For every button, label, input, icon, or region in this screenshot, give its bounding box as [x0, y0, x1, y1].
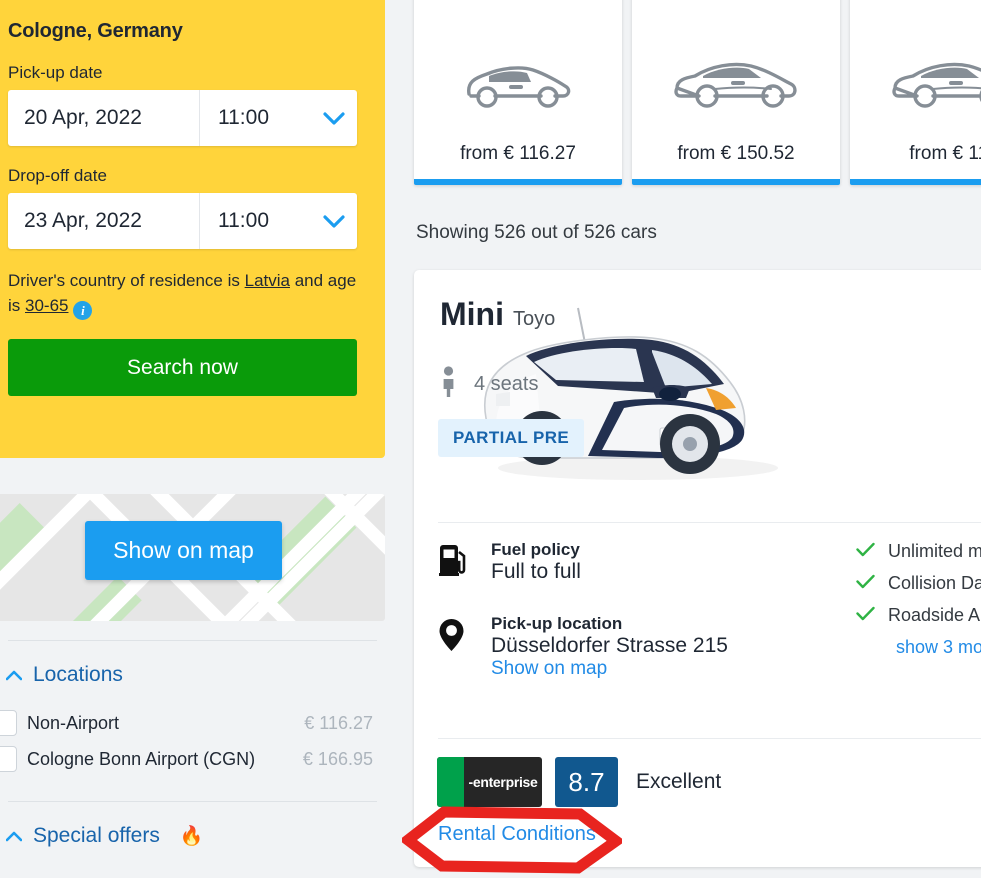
enterprise-logo: -enterprise — [437, 757, 542, 807]
checkbox[interactable] — [0, 710, 17, 736]
status-badge: PARTIAL PRE — [438, 419, 585, 457]
included-feature-label: Collision Da — [888, 573, 981, 593]
pickup-location-text: Pick-up location Düsseldorfer Strasse 21… — [491, 614, 728, 680]
filter-group-locations[interactable]: Locations — [0, 641, 385, 705]
pickup-date-field[interactable]: 20 Apr, 2022 11:00 — [8, 90, 357, 146]
car-type-card[interactable]: from € 150.52 — [632, 0, 840, 185]
car-type-price: from € 117 — [909, 143, 981, 164]
filter-sidebar: Locations Non-Airport € 116.27 Cologne B… — [0, 640, 385, 866]
list-item: Roadside A — [856, 605, 981, 626]
filter-item-label: Non-Airport — [27, 712, 120, 733]
check-icon — [856, 542, 875, 562]
filter-item-price: € 166.95 — [302, 748, 373, 769]
dropoff-date-value[interactable]: 23 Apr, 2022 — [8, 193, 200, 249]
driver-note-pre: Driver's country of residence is — [8, 271, 245, 290]
driver-residence-note: Driver's country of residence is Latvia … — [8, 268, 357, 320]
chevron-up-icon[interactable] — [5, 829, 23, 843]
check-icon — [856, 574, 875, 594]
pickup-location-block: Pick-up location Düsseldorfer Strasse 21… — [438, 614, 728, 680]
dropoff-date-label: Drop-off date — [8, 166, 107, 185]
car-model-name: Toyo — [512, 308, 556, 330]
driver-country-link[interactable]: Latvia — [245, 271, 290, 290]
rental-conditions-link[interactable]: Rental Conditions — [438, 823, 596, 846]
pickup-date-label: Pick-up date — [8, 63, 103, 82]
car-type-price: from € 116.27 — [460, 143, 576, 164]
show-on-map-button[interactable]: Show on map — [85, 521, 282, 580]
list-item: Collision Da — [856, 573, 981, 594]
info-icon[interactable]: i — [73, 301, 93, 320]
list-item: Unlimited m — [856, 541, 981, 562]
filter-group-special-offers[interactable]: Special offers 🔥 — [0, 802, 385, 866]
pickup-time-value[interactable]: 11:00 — [200, 90, 311, 146]
show-more-link[interactable]: show 3 mor — [896, 637, 981, 658]
filter-item-non-airport[interactable]: Non-Airport € 116.27 — [0, 705, 385, 741]
filter-group-title: Special offers — [33, 824, 160, 847]
sedan-car-icon — [889, 56, 981, 117]
filter-item-price: € 116.27 — [304, 712, 373, 733]
divider — [438, 738, 981, 739]
filter-item-label: Cologne Bonn Airport (CGN) — [27, 748, 256, 769]
car-type-card[interactable]: from € 117 — [850, 0, 981, 185]
search-panel: Cologne, Germany Pick-up date 20 Apr, 20… — [0, 0, 385, 458]
car-title: Mini Toyo — [440, 296, 555, 333]
coupe-car-icon — [671, 56, 801, 117]
chevron-down-icon[interactable] — [311, 193, 357, 249]
included-feature-label: Unlimited m — [888, 541, 981, 561]
map-pin-icon — [438, 614, 472, 680]
seats-label: 4 seats — [474, 372, 539, 395]
car-type-card[interactable]: from € 116.27 — [414, 0, 622, 185]
fuel-policy-text: Fuel policy Full to full — [491, 540, 581, 584]
rating-score: 8.7 — [555, 757, 618, 807]
pickup-location-heading: Pick-up location — [491, 614, 623, 633]
map-preview[interactable]: Show on map — [0, 494, 385, 621]
fuel-policy-block: Fuel policy Full to full — [438, 540, 581, 584]
page-title: Cologne, Germany — [8, 20, 183, 42]
fuel-policy-heading: Fuel policy — [491, 540, 580, 559]
show-on-map-link[interactable]: Show on map — [491, 658, 607, 679]
pickup-location-value: Düsseldorfer Strasse 215 — [491, 634, 728, 657]
logo-green-bar — [437, 757, 464, 807]
supplier-name: -enterprise — [468, 774, 538, 790]
rating-label: Excellent — [636, 770, 722, 793]
supplier-rating-row: -enterprise 8.7 Excellent — [437, 757, 721, 807]
driver-age-link[interactable]: 30-65 — [25, 296, 68, 315]
filter-group-title: Locations — [33, 663, 123, 686]
chevron-up-icon[interactable] — [5, 668, 23, 682]
results-count: Showing 526 out of 526 cars — [416, 222, 657, 243]
chevron-down-icon[interactable] — [311, 90, 357, 146]
fire-icon: 🔥 — [179, 826, 204, 847]
pickup-date-value[interactable]: 20 Apr, 2022 — [8, 90, 200, 146]
included-feature-label: Roadside A — [888, 605, 981, 625]
fuel-pump-icon — [438, 540, 472, 584]
included-features-list: Unlimited m Collision Da Roadside A show… — [856, 541, 981, 658]
person-icon — [440, 366, 457, 402]
car-type-price: from € 150.52 — [677, 143, 795, 164]
seats-info: 4 seats — [440, 366, 538, 402]
search-now-button[interactable]: Search now — [8, 339, 357, 396]
divider — [438, 522, 981, 523]
hatchback-car-icon — [459, 56, 577, 117]
filter-item-cologne-bonn-airport[interactable]: Cologne Bonn Airport (CGN) € 166.95 — [0, 741, 385, 777]
check-icon — [856, 606, 875, 626]
car-group-name: Mini — [440, 296, 504, 332]
dropoff-date-field[interactable]: 23 Apr, 2022 11:00 — [8, 193, 357, 249]
car-type-card-strip: from € 116.27 from € 150.52 from € 117 — [414, 0, 981, 185]
dropoff-time-value[interactable]: 11:00 — [200, 193, 311, 249]
checkbox[interactable] — [0, 746, 17, 772]
fuel-policy-value: Full to full — [491, 560, 581, 583]
